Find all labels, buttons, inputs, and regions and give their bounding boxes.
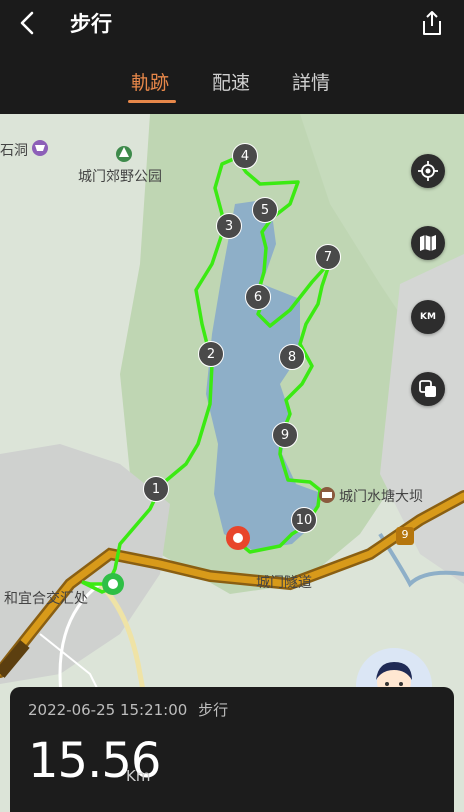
tab-pace[interactable]: 配速	[212, 68, 250, 95]
map-type-button[interactable]	[411, 226, 445, 260]
tab-details[interactable]: 詳情	[292, 68, 330, 95]
layers-button[interactable]	[411, 372, 445, 406]
locate-button[interactable]	[411, 154, 445, 188]
locate-icon	[418, 161, 438, 181]
route-number-label: 9	[401, 528, 409, 541]
share-icon[interactable]	[418, 8, 446, 38]
waypoint-9[interactable]: 9	[272, 422, 298, 448]
waypoint-8[interactable]: 8	[279, 344, 305, 370]
map-label-dam: 城门水塘大坝	[339, 489, 423, 505]
waypoint-2[interactable]: 2	[198, 341, 224, 367]
back-chevron-icon[interactable]	[14, 8, 42, 38]
activity-summary-card: 2022-06-25 15:21:00 步行 15.56 Km	[10, 687, 454, 812]
tab-bar: 軌跡 配速 詳情	[0, 68, 464, 104]
unit-toggle-label: KM	[420, 312, 436, 322]
page-title: 步行	[70, 12, 112, 36]
start-marker	[102, 573, 124, 595]
map-label-park: 城门郊野公园	[78, 169, 162, 185]
end-marker	[226, 526, 250, 550]
waypoint-7[interactable]: 7	[315, 244, 341, 270]
map-label-junction: 和宜合交汇处	[4, 591, 88, 607]
copy-layers-icon	[419, 380, 436, 397]
shopping-cart-icon	[32, 140, 48, 156]
waypoint-1[interactable]: 1	[143, 476, 169, 502]
dam-landmark-icon	[319, 487, 335, 503]
waypoint-3[interactable]: 3	[216, 213, 242, 239]
activity-datetime: 2022-06-25 15:21:00 步行	[28, 699, 228, 720]
tab-track[interactable]: 軌跡	[131, 68, 169, 95]
waypoint-5[interactable]: 5	[252, 197, 278, 223]
unit-toggle-button[interactable]: KM	[411, 300, 445, 334]
activity-type-label: 步行	[198, 701, 229, 719]
map-label-cave: 石洞	[0, 143, 28, 159]
active-tab-underline	[128, 100, 176, 103]
waypoint-6[interactable]: 6	[245, 284, 271, 310]
distance-unit: Km	[126, 767, 151, 785]
waypoint-10[interactable]: 10	[291, 507, 317, 533]
waypoint-4[interactable]: 4	[232, 143, 258, 169]
top-bar: 步行 軌跡 配速 詳情	[0, 0, 464, 114]
activity-datetime-text: 2022-06-25 15:21:00	[28, 701, 188, 719]
map-layers-icon	[420, 235, 436, 251]
map-label-tunnel: 城门隧道	[256, 575, 312, 591]
park-tree-icon	[116, 146, 132, 162]
